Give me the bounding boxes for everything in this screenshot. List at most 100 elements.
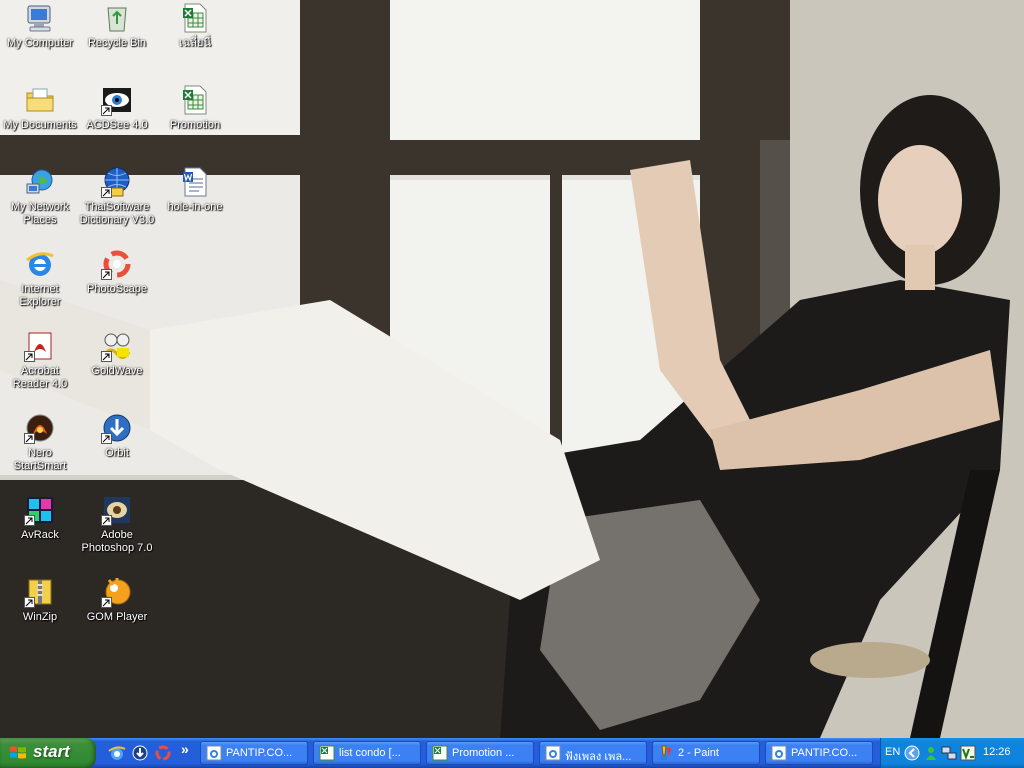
desktop-icon-my-documents[interactable]: My Documents	[0, 84, 80, 132]
shortcut-arrow-icon	[24, 597, 35, 608]
gom-player-icon	[101, 576, 133, 608]
desktop-icon-label: My Documents	[3, 119, 77, 131]
shortcut-arrow-icon	[24, 433, 35, 444]
desktop-icon-label: ThaiSoftware Dictionary V3.0	[79, 201, 155, 226]
desktop-icon-promotion[interactable]: Promotion	[155, 84, 235, 132]
start-label: start	[33, 742, 70, 761]
orbit-download-icon	[101, 412, 133, 444]
desktop-icon-label: Internet Explorer	[19, 283, 61, 308]
quick-launch: »	[103, 738, 197, 768]
desktop-icon-label: Adobe Photoshop 7.0	[81, 529, 153, 554]
windows-flag-icon	[9, 745, 27, 761]
photoscape-icon[interactable]	[154, 744, 172, 762]
taskbar-button-label: Promotion ...	[452, 747, 515, 759]
computer-icon	[24, 2, 56, 34]
shortcut-arrow-icon	[101, 269, 112, 280]
desktop-icon-label: Nero StartSmart	[13, 447, 67, 472]
desktop-icon-adobe-photoshop[interactable]: Adobe Photoshop 7.0	[77, 494, 157, 555]
desktop-icon-label: Promotion	[169, 119, 221, 131]
taskbar-button-label: PANTIP.CO...	[791, 747, 858, 759]
taskbar-button-label: list condo [...	[339, 747, 401, 759]
winzip-icon	[24, 576, 56, 608]
taskbar: start » PANTIP.CO... list condo [... Pro…	[0, 738, 1024, 768]
dictionary-globe-icon	[101, 166, 133, 198]
desktop-icon-label: ACDSee 4.0	[86, 119, 148, 131]
internet-explorer-icon[interactable]	[108, 744, 126, 762]
desktop-icon-label: PhotoScape	[87, 283, 147, 295]
shortcut-arrow-icon	[101, 105, 112, 116]
desktop-icon-label: GoldWave	[91, 365, 143, 377]
taskbar-button-label: PANTIP.CO...	[226, 747, 293, 759]
desktop-icon-label: My Computer	[6, 37, 74, 49]
acrobat-reader-icon	[24, 330, 56, 362]
shortcut-arrow-icon	[101, 351, 112, 362]
network-globe-icon	[24, 166, 56, 198]
desktop-icon-orbit[interactable]: Orbit	[77, 412, 157, 460]
shortcut-arrow-icon	[101, 187, 112, 198]
excel-document-icon	[179, 2, 211, 34]
nero-icon	[24, 412, 56, 444]
desktop-icon-thaisoftware-dictionary[interactable]: ThaiSoftware Dictionary V3.0	[77, 166, 157, 227]
taskbar-button-paint[interactable]: 2 - Paint	[652, 741, 760, 765]
recycle-bin-icon	[101, 2, 133, 34]
taskbar-button-promotion[interactable]: Promotion ...	[426, 741, 534, 765]
desktop-icon-label: เฉลี่ยนี่	[179, 37, 211, 49]
desktop-icon-acdsee[interactable]: ACDSee 4.0	[77, 84, 157, 132]
internet-explorer-icon	[771, 745, 787, 761]
desktop-icon-label: Orbit	[105, 447, 129, 459]
goldwave-icon	[101, 330, 133, 362]
start-button[interactable]: start	[0, 738, 96, 768]
download-icon[interactable]	[131, 744, 149, 762]
internet-explorer-icon	[545, 745, 561, 761]
taskbar-button-pantip-1[interactable]: PANTIP.CO...	[200, 741, 308, 765]
taskbar-button-label: ฟังเพลง เพล...	[565, 751, 632, 763]
desktop-icon-label: hole-in-one	[167, 201, 223, 213]
photoshop-eye-icon	[101, 494, 133, 526]
clock[interactable]: 12:26	[983, 746, 1011, 758]
antivirus-shield-icon[interactable]	[960, 745, 976, 761]
desktop-icon-acrobat-reader[interactable]: Acrobat Reader 4.0	[0, 330, 80, 391]
desktop-icon-label: Acrobat Reader 4.0	[12, 365, 68, 390]
network-connection-icon[interactable]	[941, 745, 957, 761]
desktop-icon-hole-in-one[interactable]: hole-in-one	[155, 166, 235, 214]
taskbar-button-label: 2 - Paint	[678, 747, 719, 759]
paint-icon	[658, 745, 674, 761]
desktop-icon-excel-file-1[interactable]: เฉลี่ยนี่	[155, 2, 235, 50]
taskbar-button-pantip-2[interactable]: PANTIP.CO...	[765, 741, 873, 765]
avrack-icon	[24, 494, 56, 526]
excel-icon	[432, 745, 448, 761]
shortcut-arrow-icon	[101, 515, 112, 526]
taskbar-button-music[interactable]: ฟังเพลง เพล...	[539, 741, 647, 765]
quick-launch-overflow-button[interactable]: »	[181, 741, 189, 757]
excel-document-icon	[179, 84, 211, 116]
desktop-icon-photoscape[interactable]: PhotoScape	[77, 248, 157, 296]
excel-icon	[319, 745, 335, 761]
language-indicator[interactable]: EN	[885, 746, 900, 758]
desktop-icon-my-computer[interactable]: My Computer	[0, 2, 80, 50]
desktop-icon-recycle-bin[interactable]: Recycle Bin	[77, 2, 157, 50]
desktop-icon-label: AvRack	[21, 529, 59, 541]
desktop-icon-label: WinZip	[22, 611, 58, 623]
acdsee-eye-icon	[101, 84, 133, 116]
shortcut-arrow-icon	[24, 515, 35, 526]
desktop-icon-gom-player[interactable]: GOM Player	[77, 576, 157, 624]
desktop-icon-nero-startsmart[interactable]: Nero StartSmart	[0, 412, 80, 473]
desktop-icon-internet-explorer[interactable]: Internet Explorer	[0, 248, 80, 309]
shortcut-arrow-icon	[101, 433, 112, 444]
shortcut-arrow-icon	[101, 597, 112, 608]
internet-explorer-icon	[24, 248, 56, 280]
internet-explorer-icon	[206, 745, 222, 761]
messenger-user-icon[interactable]	[923, 745, 939, 761]
desktop-icon-label: GOM Player	[86, 611, 148, 623]
desktop-icon-label: Recycle Bin	[87, 37, 147, 49]
taskbar-button-list-condo[interactable]: list condo [...	[313, 741, 421, 765]
documents-folder-icon	[24, 84, 56, 116]
desktop-icon-goldwave[interactable]: GoldWave	[77, 330, 157, 378]
show-hidden-icons-chevron-icon[interactable]	[904, 745, 920, 761]
desktop-icon-avrack[interactable]: AvRack	[0, 494, 80, 542]
desktop-icon-winzip[interactable]: WinZip	[0, 576, 80, 624]
desktop-icon-my-network-places[interactable]: My Network Places	[0, 166, 80, 227]
word-document-icon	[179, 166, 211, 198]
photoscape-icon	[101, 248, 133, 280]
shortcut-arrow-icon	[24, 351, 35, 362]
